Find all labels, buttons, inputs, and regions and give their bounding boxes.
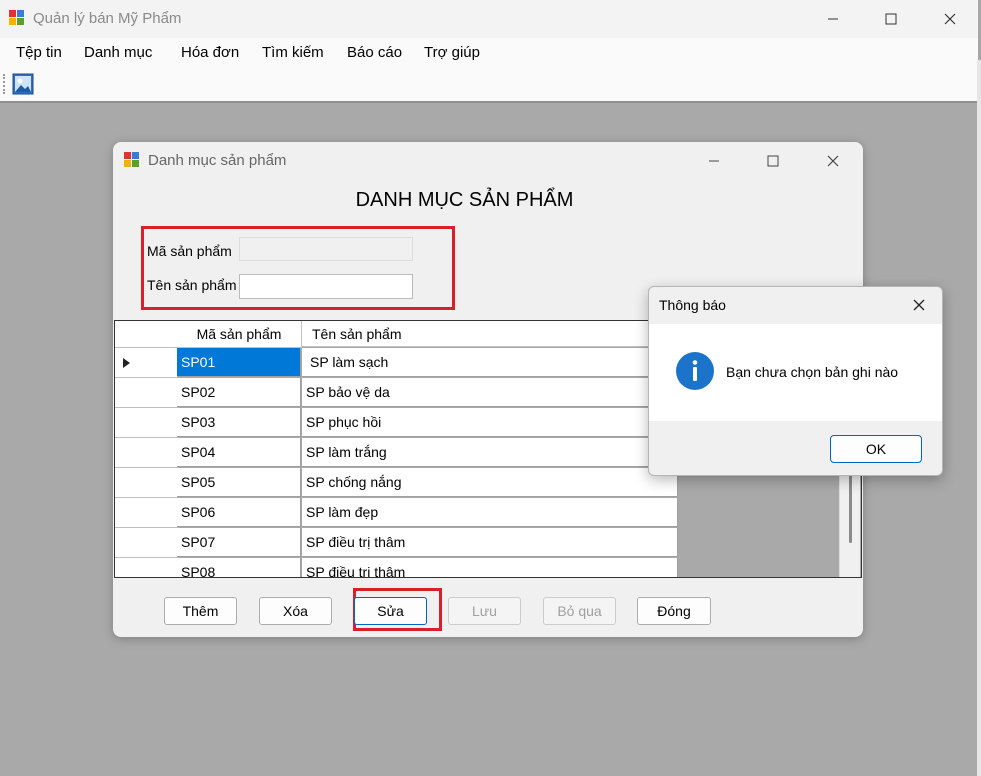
- row-header[interactable]: [115, 498, 178, 528]
- minimize-button[interactable]: [810, 1, 856, 37]
- table-row[interactable]: SP03 SP phục hồi: [115, 408, 679, 438]
- menu-item-report[interactable]: Báo cáo: [347, 44, 402, 61]
- picture-icon: [12, 73, 34, 95]
- cell-product-name[interactable]: SP điều trị thâm: [302, 528, 678, 557]
- message-body: Bạn chưa chọn bản ghi nào: [649, 324, 942, 421]
- cell-product-name[interactable]: SP điều trị thâm: [302, 558, 678, 577]
- product-close-button[interactable]: [810, 143, 856, 179]
- maximize-icon: [885, 13, 897, 25]
- product-minimize-button[interactable]: [691, 143, 737, 179]
- message-box-title: Thông báo: [659, 297, 726, 313]
- table-row[interactable]: SP04 SP làm trắng: [115, 438, 679, 468]
- maximize-button[interactable]: [868, 1, 914, 37]
- menu-item-category[interactable]: Danh mục: [84, 44, 152, 61]
- table-row[interactable]: SP02 SP bảo vệ da: [115, 378, 679, 408]
- edit-button[interactable]: Sửa: [354, 597, 427, 625]
- grid-header-code[interactable]: Mã sản phẩm: [177, 321, 302, 348]
- delete-button[interactable]: Xóa: [259, 597, 332, 625]
- menu-item-help[interactable]: Trợ giúp: [424, 44, 480, 61]
- close-icon: [944, 13, 956, 25]
- add-button[interactable]: Thêm: [164, 597, 237, 625]
- close-window-button[interactable]: [927, 1, 973, 37]
- row-header[interactable]: [115, 378, 178, 408]
- grid-scrollbar-thumb[interactable]: [849, 471, 852, 543]
- skip-button[interactable]: Bỏ qua: [543, 597, 616, 625]
- cell-product-code[interactable]: SP04: [177, 438, 301, 467]
- grid-rows: SP01 SP làm sạch SP02 SP bảo vệ da SP03 SP ph…: [115, 348, 679, 577]
- main-title-bar: Quản lý bán Mỹ Phẩm: [0, 0, 978, 38]
- cell-product-code[interactable]: SP07: [177, 528, 301, 557]
- table-row[interactable]: SP01 SP làm sạch: [115, 348, 679, 378]
- table-row[interactable]: SP06 SP làm đẹp: [115, 498, 679, 528]
- table-row[interactable]: SP07 SP điều trị thâm: [115, 528, 679, 558]
- table-row[interactable]: SP05 SP chống nắng: [115, 468, 679, 498]
- product-name-label: Tên sản phẩm: [147, 277, 237, 293]
- row-header[interactable]: [115, 528, 178, 558]
- close-button[interactable]: Đóng: [637, 597, 711, 625]
- cell-product-name[interactable]: SP chống nắng: [302, 468, 678, 497]
- cell-product-name[interactable]: SP bảo vệ da: [302, 378, 678, 407]
- message-box-close-button[interactable]: [896, 287, 942, 323]
- product-window-icon: [124, 152, 140, 168]
- cell-product-code[interactable]: SP02: [177, 378, 301, 407]
- cell-product-name[interactable]: SP làm trắng: [302, 438, 678, 467]
- row-header[interactable]: [115, 408, 178, 438]
- menu-item-file[interactable]: Tệp tin: [16, 44, 62, 61]
- message-text: Bạn chưa chọn bản ghi nào: [726, 364, 899, 380]
- save-button[interactable]: Lưu: [448, 597, 521, 625]
- picture-toolbar-button[interactable]: [12, 73, 34, 95]
- minimize-icon: [709, 160, 719, 162]
- maximize-icon: [767, 155, 779, 167]
- grid-header-name[interactable]: Tên sản phẩm: [302, 321, 678, 347]
- product-maximize-button[interactable]: [750, 143, 796, 179]
- row-header[interactable]: [115, 468, 178, 498]
- main-scroll-edge: [977, 60, 981, 776]
- toolbar-grip: [3, 74, 7, 94]
- minimize-icon: [828, 18, 838, 20]
- menu-item-invoice[interactable]: Hóa đơn: [181, 44, 239, 61]
- cell-product-name[interactable]: SP làm đẹp: [302, 498, 678, 527]
- product-code-label: Mã sản phẩm: [147, 243, 232, 259]
- close-icon: [827, 155, 839, 167]
- product-code-field[interactable]: [239, 237, 413, 261]
- info-icon: [676, 352, 714, 390]
- cell-product-code[interactable]: SP01: [177, 348, 301, 377]
- row-header[interactable]: [115, 348, 178, 378]
- product-window-title: Danh mục sản phẩm: [148, 152, 287, 169]
- main-window-title: Quản lý bán Mỹ Phẩm: [33, 10, 182, 27]
- close-icon: [913, 299, 925, 311]
- current-row-arrow-icon: [123, 357, 130, 368]
- toolbar: [0, 68, 978, 103]
- form-heading: DANH MỤC SẢN PHẨM: [355, 189, 574, 211]
- cell-product-name[interactable]: SP phục hồi: [302, 408, 678, 437]
- cell-product-name[interactable]: SP làm sạch: [302, 348, 678, 377]
- row-header[interactable]: [115, 558, 178, 577]
- cell-product-code[interactable]: SP05: [177, 468, 301, 497]
- app-icon: [9, 10, 25, 26]
- row-header[interactable]: [115, 438, 178, 468]
- message-box: Thông báo Bạn chưa chọn bản ghi nào OK: [648, 286, 943, 476]
- menu-item-search[interactable]: Tìm kiếm: [262, 44, 324, 61]
- product-name-field[interactable]: [239, 274, 413, 299]
- cell-product-code[interactable]: SP08: [177, 558, 301, 577]
- grid-corner: [115, 321, 178, 348]
- cell-product-code[interactable]: SP03: [177, 408, 301, 437]
- cell-product-code[interactable]: SP06: [177, 498, 301, 527]
- ok-button[interactable]: OK: [830, 435, 922, 463]
- table-row[interactable]: SP08 SP điều trị thâm: [115, 558, 679, 577]
- menu-bar: Tệp tin Danh mục Hóa đơn Tìm kiếm Báo cá…: [0, 38, 978, 68]
